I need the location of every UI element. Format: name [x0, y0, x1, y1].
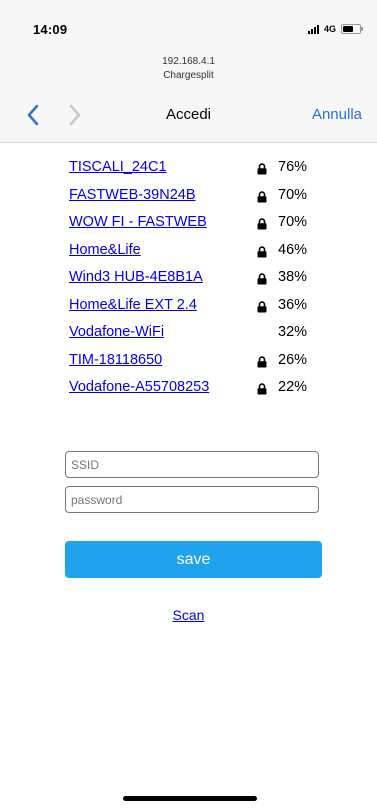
network-type: 4G: [323, 24, 336, 34]
battery-icon: [341, 24, 363, 34]
network-row: WOW FI - FASTWEB 70%: [69, 212, 329, 240]
network-row: FASTWEB-39N24B 70%: [69, 185, 329, 213]
signal-strength: 32%: [278, 324, 308, 340]
signal-strength: 46%: [278, 241, 308, 258]
lock-icon: [257, 218, 267, 230]
signal-strength: 22%: [278, 379, 308, 395]
signal-strength: 70%: [278, 186, 308, 203]
signal-strength: 38%: [278, 269, 308, 285]
network-row: TIM-18118650 26%: [69, 350, 329, 378]
network-ssid-link[interactable]: Wind3 HUB-4E8B1A: [69, 269, 203, 285]
network-row: Vodafone-A55708253 22%: [69, 377, 329, 405]
home-indicator: [123, 796, 257, 801]
status-time: 14:09: [33, 22, 68, 37]
cancel-button[interactable]: Annulla: [312, 106, 362, 123]
network-row: Vodafone-WiFi 32%: [69, 322, 329, 350]
network-list: TISCALI_24C1 76% FASTWEB-39N24B 70% WOW FI -…: [69, 157, 329, 405]
ssid-input[interactable]: [65, 451, 319, 478]
save-button[interactable]: save: [65, 541, 322, 578]
lock-icon: [257, 273, 267, 285]
lock-icon: [257, 300, 267, 313]
network-row: Home&Life 46%: [69, 240, 329, 268]
signal-strength: 26%: [278, 351, 308, 368]
password-input[interactable]: [65, 486, 319, 513]
address-url[interactable]: 192.168.4.1: [0, 56, 377, 67]
network-ssid-link[interactable]: Home&Life: [69, 242, 141, 258]
status-indicators: 4G: [307, 24, 363, 34]
signal-strength: 76%: [278, 159, 308, 175]
network-ssid-link[interactable]: FASTWEB-39N24B: [69, 187, 196, 203]
signal-strength: 70%: [278, 214, 308, 230]
signal-strength: 36%: [278, 296, 308, 313]
lock-icon: [257, 245, 267, 258]
lock-icon: [257, 383, 267, 395]
network-ssid-link[interactable]: Vodafone-A55708253: [69, 379, 209, 395]
network-ssid-link[interactable]: TISCALI_24C1: [69, 159, 167, 175]
network-ssid-link[interactable]: Home&Life EXT 2.4: [69, 297, 197, 313]
cellular-signal-icon: [307, 24, 319, 34]
network-row: Home&Life EXT 2.4 36%: [69, 295, 329, 323]
browser-header: 14:09 4G 192.168.4.1 Chargesplit Accedi …: [0, 0, 377, 143]
network-ssid-link[interactable]: TIM-18118650: [69, 352, 162, 368]
network-ssid-link[interactable]: WOW FI - FASTWEB: [69, 214, 207, 230]
network-row: Wind3 HUB-4E8B1A 38%: [69, 267, 329, 295]
lock-icon: [257, 190, 267, 203]
scan-link[interactable]: Scan: [0, 607, 377, 623]
network-ssid-link[interactable]: Vodafone-WiFi: [69, 324, 164, 340]
site-title: Chargesplit: [163, 70, 214, 81]
lock-icon: [257, 355, 267, 368]
lock-icon: [257, 163, 267, 175]
network-row: TISCALI_24C1 76%: [69, 157, 329, 185]
